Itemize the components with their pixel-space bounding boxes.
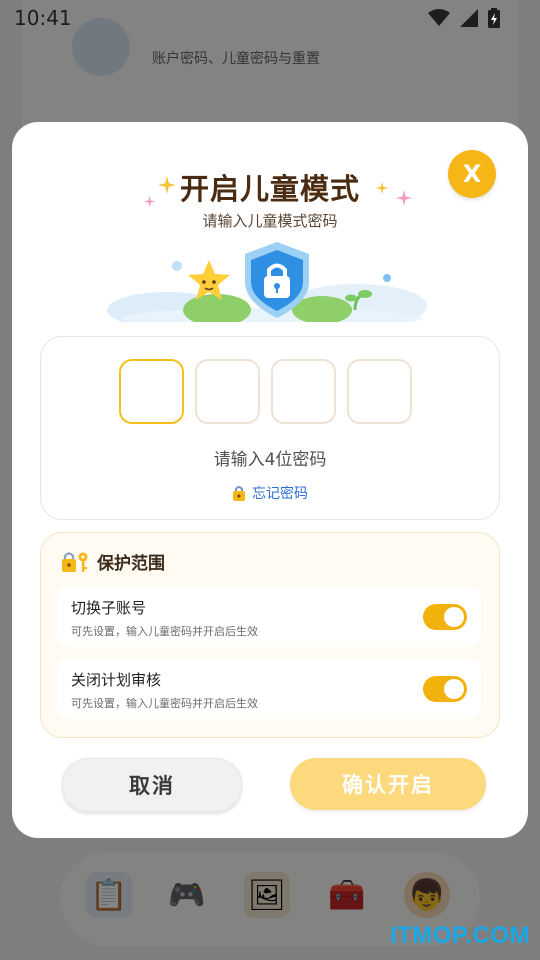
pin-card: 请输入4位密码 忘记密码 (40, 336, 500, 520)
close-plan-review-toggle[interactable] (423, 676, 467, 702)
toggle-knob (444, 607, 464, 627)
key-lock-icon (233, 486, 245, 501)
pin-digit-2[interactable] (195, 359, 260, 424)
signal-icon (460, 9, 478, 27)
cancel-button[interactable]: 取消 (62, 758, 242, 812)
protection-header: 保护范围 (61, 549, 165, 574)
pin-hint: 请输入4位密码 (213, 450, 327, 470)
protection-item-description: 可先设置，输入儿童密码并开启后生效 (71, 625, 258, 638)
child-mode-dialog: X 开启儿童模式 请输入儿童模式密码 请输入4位密码 忘记密码 保护范围 切换子… (12, 122, 528, 838)
protection-item-title: 关闭计划审核 (71, 671, 162, 689)
protection-title: 保护范围 (97, 554, 165, 574)
protection-item-switch-account: 切换子账号 可先设置，输入儿童密码并开启后生效 (57, 587, 481, 647)
dialog-subtitle: 请输入儿童模式密码 (202, 212, 338, 230)
status-bar: 10:41 (0, 0, 540, 36)
lock-key-icon (62, 551, 88, 572)
pin-digit-4[interactable] (347, 359, 412, 424)
watermark: ITMOP.COM (389, 922, 530, 949)
protection-item-close-plan-review: 关闭计划审核 可先设置，输入儿童密码并开启后生效 (57, 659, 481, 719)
status-time: 10:41 (14, 6, 72, 30)
status-icons (428, 8, 500, 28)
battery-icon (488, 8, 500, 28)
toggle-knob (444, 679, 464, 699)
forgot-password-label[interactable]: 忘记密码 (252, 483, 308, 503)
pin-digit-3[interactable] (271, 359, 336, 424)
pin-digit-1[interactable] (119, 359, 184, 424)
wifi-icon (428, 9, 450, 26)
protection-item-description: 可先设置，输入儿童密码并开启后生效 (71, 697, 258, 710)
dialog-title: 开启儿童模式 (179, 172, 360, 206)
protection-scope-card: 保护范围 切换子账号 可先设置，输入儿童密码并开启后生效 关闭计划审核 可先设置… (40, 532, 500, 738)
forgot-password-link[interactable]: 忘记密码 (41, 483, 499, 503)
protection-item-title: 切换子账号 (71, 599, 147, 617)
switch-account-toggle[interactable] (423, 604, 467, 630)
shield-lock-illustration (107, 242, 427, 322)
pin-input-row (119, 359, 412, 424)
confirm-enable-button[interactable]: 确认开启 (290, 758, 486, 810)
